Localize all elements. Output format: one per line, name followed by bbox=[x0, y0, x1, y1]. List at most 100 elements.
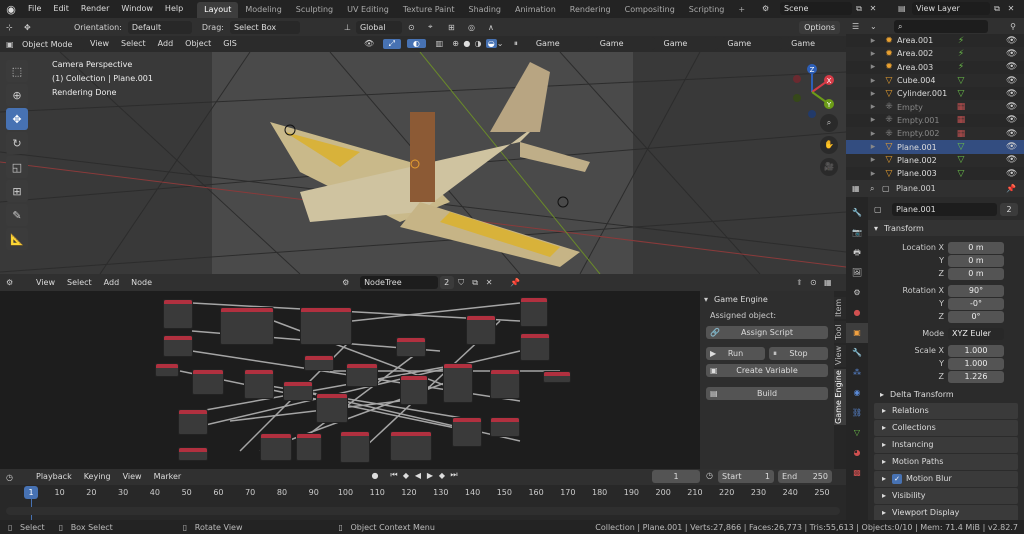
visibility-eye-icon[interactable]: 👁 bbox=[1006, 142, 1017, 152]
node[interactable] bbox=[163, 335, 193, 357]
rotate-tool-icon[interactable]: ↻ bbox=[6, 132, 28, 154]
mesh-data-icon[interactable]: ▽ bbox=[956, 76, 966, 86]
run-button[interactable]: ▶ Run bbox=[706, 347, 765, 360]
node[interactable] bbox=[520, 297, 548, 327]
particles-properties-icon[interactable]: ⁂ bbox=[846, 363, 868, 383]
current-frame-field[interactable]: 1 bbox=[652, 470, 700, 483]
scale-y-field[interactable]: 1.000 bbox=[948, 357, 1004, 370]
tab-compositing[interactable]: Compositing bbox=[618, 2, 682, 18]
node[interactable] bbox=[304, 355, 334, 371]
expand-arrow-icon[interactable]: ▸ bbox=[868, 36, 878, 46]
node[interactable] bbox=[260, 433, 292, 461]
panel-motion-blur[interactable]: ▸ ✓ Motion Blur bbox=[874, 471, 1018, 487]
node-menu-view[interactable]: View bbox=[30, 274, 61, 292]
transform-panel-header[interactable]: ▾ Transform bbox=[868, 220, 1024, 236]
scene-properties-icon[interactable]: ⚙ bbox=[846, 283, 868, 303]
engine-tab-4[interactable]: Game Engine bbox=[722, 37, 783, 61]
timeline-area[interactable]: 1 10 20 30 40 50 60 70 80 90 100 110 120 130 140 150 160… bbox=[0, 485, 846, 520]
node-menu-select[interactable]: Select bbox=[61, 274, 98, 292]
tab-rendering[interactable]: Rendering bbox=[563, 2, 618, 18]
engine-tab-2[interactable]: Game Engine bbox=[594, 37, 655, 61]
clock-icon[interactable]: ◷ bbox=[706, 471, 713, 480]
node[interactable] bbox=[220, 307, 274, 345]
close-view-layer-icon[interactable]: ✕ bbox=[1004, 4, 1018, 13]
node[interactable] bbox=[490, 369, 520, 399]
viewport-menu-add[interactable]: Add bbox=[152, 36, 180, 52]
expand-arrow-icon[interactable]: ▸ bbox=[868, 129, 878, 139]
falloff-icon[interactable]: ∧ bbox=[488, 23, 508, 32]
unlink-tree-icon[interactable]: ✕ bbox=[482, 278, 496, 287]
visibility-eye-icon[interactable]: 👁 bbox=[1006, 115, 1017, 125]
node-menu-node[interactable]: Node bbox=[125, 274, 158, 292]
viewport-menu-gis[interactable]: GIS bbox=[217, 36, 243, 52]
overlay-toggle-icon[interactable]: ◐ bbox=[407, 39, 426, 48]
light-data-icon[interactable]: ⚡ bbox=[956, 49, 966, 59]
zoom-icon[interactable]: ⌕ bbox=[820, 114, 838, 132]
record-icon[interactable]: ● bbox=[368, 471, 382, 480]
view-layer-properties-icon[interactable]: 🖼 bbox=[846, 263, 868, 283]
shading-solid-icon[interactable]: ● bbox=[463, 39, 474, 48]
node[interactable] bbox=[396, 337, 426, 357]
stop-button[interactable]: ⏸ Stop bbox=[769, 347, 828, 360]
location-x-field[interactable]: 0 m bbox=[948, 241, 1004, 254]
outliner-item[interactable]: ▸ ⁜ Empty.001 ▦ 👁 bbox=[846, 113, 1024, 128]
panel-visibility[interactable]: ▸ Visibility bbox=[874, 488, 1018, 504]
node[interactable] bbox=[178, 409, 208, 435]
properties-editor-icon[interactable]: ▦ bbox=[852, 184, 870, 193]
snap-icon[interactable]: ⌖ bbox=[428, 22, 448, 32]
view-layer-field[interactable]: View Layer bbox=[912, 2, 990, 15]
physics-properties-icon[interactable]: ◉ bbox=[846, 383, 868, 403]
rotation-x-field[interactable]: 90° bbox=[948, 284, 1004, 297]
tab-uv-editing[interactable]: UV Editing bbox=[340, 2, 396, 18]
pause-render-icon[interactable]: ⏸ bbox=[514, 39, 527, 49]
empty-data-icon[interactable]: ▦ bbox=[956, 129, 966, 139]
tab-scripting[interactable]: Scripting bbox=[682, 2, 732, 18]
assign-script-button[interactable]: 🔗 Assign Script bbox=[706, 326, 828, 339]
tab-texture-paint[interactable]: Texture Paint bbox=[396, 2, 462, 18]
outliner-item[interactable]: ▸ ⁜ Empty ▦ 👁 bbox=[846, 100, 1024, 114]
node[interactable] bbox=[466, 315, 496, 345]
shading-rendered-icon[interactable]: ◒ bbox=[485, 39, 497, 48]
engine-tab-1[interactable]: Game Engine bbox=[530, 37, 591, 61]
panel-viewport-display[interactable]: ▸ Viewport Display bbox=[874, 505, 1018, 520]
visibility-eye-icon[interactable]: 👁 bbox=[1006, 169, 1017, 179]
build-button[interactable]: ▤ Build bbox=[706, 387, 828, 400]
editor-type-icon[interactable]: ▣ bbox=[6, 40, 18, 49]
panel-relations[interactable]: ▸ Relations bbox=[874, 403, 1018, 419]
outliner-editor-icon[interactable]: ☰ bbox=[852, 22, 870, 31]
node[interactable] bbox=[390, 431, 432, 461]
collapse-arrow-icon[interactable]: ▾ bbox=[704, 295, 714, 304]
mesh-data-icon[interactable]: ▽ bbox=[956, 169, 966, 179]
snap-target-icon[interactable]: ⊞ bbox=[448, 23, 468, 32]
node[interactable] bbox=[340, 431, 370, 463]
node[interactable] bbox=[520, 333, 550, 361]
node[interactable] bbox=[543, 371, 571, 383]
timeline-menu-keying[interactable]: Keying bbox=[78, 468, 117, 486]
object-datablock-icon[interactable]: ▢ bbox=[874, 205, 892, 214]
expand-arrow-icon[interactable]: ▸ bbox=[868, 102, 878, 112]
jump-end-icon[interactable]: ⏭ bbox=[448, 470, 460, 480]
timeline-scrollbar[interactable] bbox=[6, 507, 840, 515]
close-scene-icon[interactable]: ✕ bbox=[866, 4, 880, 13]
node[interactable] bbox=[316, 393, 348, 423]
outliner-item[interactable]: ▸ ✹ Area.002 ⚡ 👁 bbox=[846, 47, 1024, 61]
location-z-field[interactable]: 0 m bbox=[948, 267, 1004, 280]
outliner-item[interactable]: ▸ ✹ Area.003 ⚡ 👁 bbox=[846, 60, 1024, 74]
viewport-menu-select[interactable]: Select bbox=[115, 36, 152, 52]
timeline-menu-marker[interactable]: Marker bbox=[148, 468, 188, 486]
visibility-eye-icon[interactable]: 👁 bbox=[1006, 36, 1017, 46]
tab-layout[interactable]: Layout bbox=[197, 1, 239, 18]
measure-tool-icon[interactable]: 📐 bbox=[6, 228, 28, 250]
options-dropdown[interactable]: Options bbox=[799, 20, 840, 34]
prev-keyframe-icon[interactable]: ◆ bbox=[400, 471, 412, 480]
panel-instancing[interactable]: ▸ Instancing bbox=[874, 437, 1018, 453]
copy-scene-icon[interactable]: ⧉ bbox=[852, 4, 866, 14]
orientation-dropdown[interactable]: Default bbox=[127, 20, 192, 34]
tab-view[interactable]: View bbox=[834, 345, 846, 367]
end-frame-field[interactable]: End 250 bbox=[778, 470, 832, 483]
expand-arrow-icon[interactable]: ▸ bbox=[868, 142, 878, 152]
select-box-tool-icon[interactable]: ⬚ bbox=[6, 60, 28, 82]
visibility-eye-icon[interactable]: 👁 bbox=[1006, 76, 1017, 86]
light-data-icon[interactable]: ⚡ bbox=[956, 62, 966, 72]
shading-wireframe-icon[interactable]: ⊕ bbox=[452, 39, 463, 48]
